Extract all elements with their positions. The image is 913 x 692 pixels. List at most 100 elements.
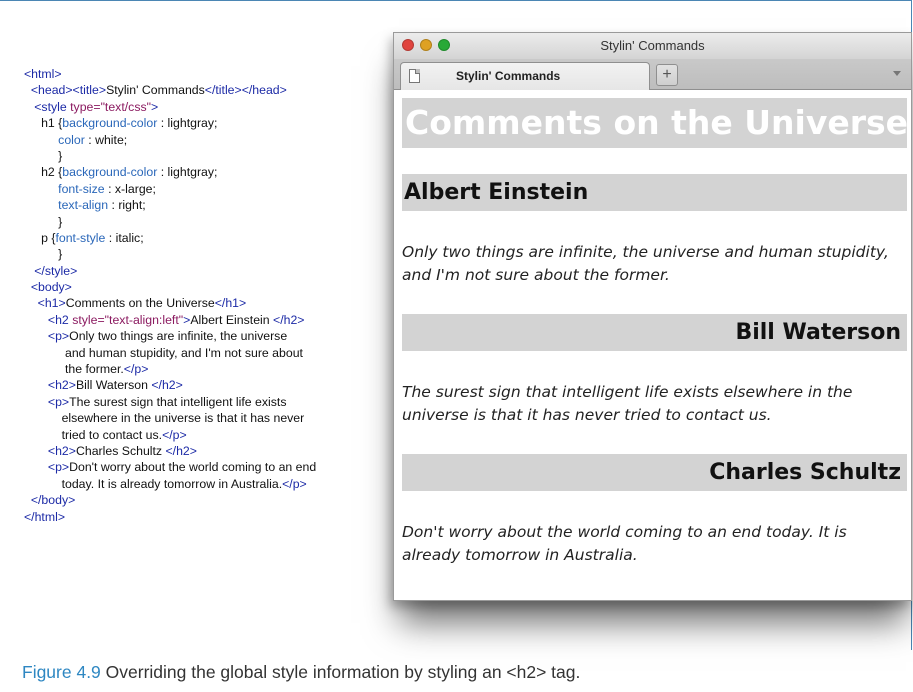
code-token: <style xyxy=(24,99,71,114)
code-line: and human stupidity, and I'm not sure ab… xyxy=(24,345,394,361)
code-token: color xyxy=(58,132,85,147)
code-token: <h1> xyxy=(24,296,66,311)
code-token: font-style xyxy=(55,230,106,245)
page-heading-h1: Comments on the Universe xyxy=(402,98,907,148)
figure-caption: Figure 4.9 Overriding the global style i… xyxy=(22,662,580,683)
code-token: tried to contact us. xyxy=(24,427,163,442)
code-line: font-size : x-large; xyxy=(24,181,394,197)
code-token: <html> xyxy=(24,67,62,81)
heading-albert-einstein: Albert Einstein xyxy=(402,174,907,211)
code-token: </h2> xyxy=(165,443,197,458)
code-token: </p> xyxy=(162,427,187,442)
code-token: : lightgray; xyxy=(157,116,218,131)
code-line: <p>The surest sign that intelligent life… xyxy=(24,394,394,410)
code-line: <h2>Charles Schultz </h2> xyxy=(24,443,394,459)
code-token: <head><title> xyxy=(24,83,107,98)
code-token: h2 { xyxy=(24,165,63,180)
code-line: <body> xyxy=(24,279,394,295)
code-token: } xyxy=(24,247,63,262)
code-line: the former.</p> xyxy=(24,361,394,377)
code-line: <p>Don't worry about the world coming to… xyxy=(24,459,394,475)
code-line: <head><title>Stylin' Commands</title></h… xyxy=(24,82,394,98)
quote-einstein: Only two things are infinite, the univer… xyxy=(402,243,889,284)
code-token: Bill Waterson xyxy=(75,378,152,393)
code-line: </body> xyxy=(24,492,394,508)
code-token: </style> xyxy=(24,263,78,278)
tab-strip: Stylin' Commands + xyxy=(394,59,911,90)
code-token: </html> xyxy=(24,509,66,524)
caption-figure-number: Figure 4.9 xyxy=(22,662,101,682)
code-line: color : white; xyxy=(24,132,394,148)
code-token: </title></head> xyxy=(204,83,287,98)
code-token: background-color xyxy=(62,116,158,131)
code-line: </style> xyxy=(24,263,394,279)
code-token: : right; xyxy=(108,198,146,213)
tab-menu-arrow-icon[interactable] xyxy=(893,71,901,76)
code-token: font-size xyxy=(58,181,105,196)
code-token: the former. xyxy=(24,362,124,377)
browser-window: Stylin' Commands Stylin' Commands + Comm… xyxy=(393,32,912,601)
code-line: } xyxy=(24,246,394,262)
code-token: } xyxy=(24,214,63,229)
code-line: } xyxy=(24,214,394,230)
code-token: </p> xyxy=(282,476,307,491)
code-token: and human stupidity, and I'm not sure ab… xyxy=(24,345,303,360)
code-token: <p> xyxy=(24,329,70,344)
code-line: tried to contact us.</p> xyxy=(24,427,394,443)
code-token: <p> xyxy=(24,460,70,475)
code-token: </p> xyxy=(123,362,149,377)
code-token: <h2> xyxy=(24,443,76,458)
code-token: h1 { xyxy=(24,116,63,131)
code-token: } xyxy=(24,148,63,163)
code-token: background-color xyxy=(62,165,158,180)
code-token: <p> xyxy=(24,394,70,409)
code-token: Comments on the Universe xyxy=(65,296,215,311)
code-line: <h1>Comments on the Universe</h1> xyxy=(24,295,394,311)
code-token: <h2 xyxy=(24,312,73,327)
code-token: : lightgray; xyxy=(157,165,218,180)
caption-text: Overriding the global style information … xyxy=(100,662,581,682)
window-title: Stylin' Commands xyxy=(600,38,705,53)
quote-waterson: The surest sign that intelligent life ex… xyxy=(402,383,853,424)
code-token: p { xyxy=(24,230,56,245)
code-line: h1 {background-color : lightgray; xyxy=(24,115,394,131)
code-token: : italic; xyxy=(105,230,144,245)
code-line: elsewhere in the universe is that it has… xyxy=(24,410,394,426)
code-token: </body> xyxy=(24,493,76,508)
title-bar[interactable]: Stylin' Commands xyxy=(394,33,911,59)
code-token: The surest sign that intelligent life ex… xyxy=(69,394,287,409)
active-tab[interactable]: Stylin' Commands xyxy=(400,62,650,90)
page-view: Comments on the Universe Albert Einstein… xyxy=(394,90,911,600)
code-token: </h2> xyxy=(151,378,183,393)
code-line: text-align : right; xyxy=(24,197,394,213)
code-token: today. It is already tomorrow in Austral… xyxy=(24,476,283,491)
heading-charles-schultz: Charles Schultz xyxy=(402,454,907,491)
new-tab-button[interactable]: + xyxy=(656,64,678,86)
code-token: <h2> xyxy=(24,378,76,393)
code-line: <h2>Bill Waterson </h2> xyxy=(24,377,394,393)
code-token: : white; xyxy=(84,132,128,147)
heading-bill-waterson: Bill Waterson xyxy=(402,314,907,351)
code-token: Stylin' Commands xyxy=(106,83,205,98)
code-line: <h2 style="text-align:left">Albert Einst… xyxy=(24,312,394,328)
code-token: type="text/css" xyxy=(70,99,151,114)
code-token: : x-large; xyxy=(104,181,156,196)
code-token: <body> xyxy=(24,280,72,295)
code-token: </h1> xyxy=(214,296,247,311)
code-line: today. It is already tomorrow in Austral… xyxy=(24,476,394,492)
code-token: > xyxy=(150,99,159,114)
quote-schultz: Don't worry about the world coming to an… xyxy=(402,523,847,564)
code-line: h2 {background-color : lightgray; xyxy=(24,164,394,180)
code-line: } xyxy=(24,148,394,164)
code-line: <style type="text/css"> xyxy=(24,99,394,115)
code-line: <p>Only two things are infinite, the uni… xyxy=(24,328,394,344)
code-line: p {font-style : italic; xyxy=(24,230,394,246)
code-token: text-align xyxy=(58,198,109,213)
code-token: Only two things are infinite, the univer… xyxy=(69,329,288,344)
code-token: style="text-align:left" xyxy=(72,312,184,327)
code-line: <html> xyxy=(24,66,394,82)
code-token: Albert Einstein xyxy=(190,312,274,327)
